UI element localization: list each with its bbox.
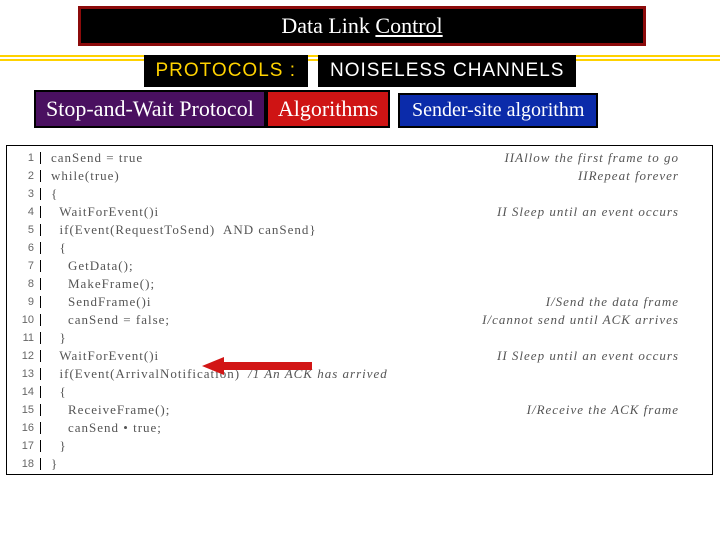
line-number: 17 bbox=[12, 440, 41, 452]
badge-noiseless: NOISELESS CHANNELS bbox=[318, 55, 576, 87]
line-number: 13 bbox=[12, 368, 41, 380]
pointer-arrow bbox=[202, 357, 312, 375]
code-comment: IIRepeat forever bbox=[578, 168, 707, 184]
badge-protocols: PROTOCOLS : bbox=[144, 55, 309, 87]
code-line: 8 MakeFrame(); bbox=[12, 275, 707, 293]
line-number: 2 bbox=[12, 170, 41, 182]
code-line: 5 if(Event(RequestToSend) AND canSend} bbox=[12, 221, 707, 239]
code-text: canSend = false; bbox=[51, 312, 170, 328]
line-number: 5 bbox=[12, 224, 41, 236]
title-bar: Data Link Control bbox=[78, 6, 646, 46]
code-line: 15 ReceiveFrame(); I/Receive the ACK fram… bbox=[12, 401, 707, 419]
line-number: 6 bbox=[12, 242, 41, 254]
badge-row-2: Stop-and-Wait Protocol Algorithms Sender… bbox=[34, 90, 598, 128]
code-text: if(Event(RequestToSend) AND canSend} bbox=[51, 222, 317, 238]
line-number: 1 bbox=[12, 152, 41, 164]
code-text: WaitForEvent()i bbox=[51, 204, 159, 220]
code-line: 9 SendFrame()i I/Send the data frame bbox=[12, 293, 707, 311]
code-line: 16 canSend • true; bbox=[12, 419, 707, 437]
code-line: 4 WaitForEvent()i II Sleep until an event… bbox=[12, 203, 707, 221]
code-text: { bbox=[51, 240, 67, 256]
line-number: 7 bbox=[12, 260, 41, 272]
title-plain: Data Link bbox=[281, 13, 375, 38]
line-number: 18 bbox=[12, 458, 41, 470]
code-text: { bbox=[51, 186, 58, 202]
line-number: 15 bbox=[12, 404, 41, 416]
code-line: 13 if(Event(ArrivalNotification)/1 An AC… bbox=[12, 365, 707, 383]
code-text: while(true) bbox=[51, 168, 120, 184]
line-number: 14 bbox=[12, 386, 41, 398]
code-listing: 1 canSend = true IIAllow the first frame t… bbox=[12, 149, 707, 471]
code-text: } bbox=[51, 456, 58, 472]
line-number: 3 bbox=[12, 188, 41, 200]
code-text: canSend • true; bbox=[51, 420, 162, 436]
code-line: 6 { bbox=[12, 239, 707, 257]
code-comment: II Sleep until an event occurs bbox=[497, 348, 707, 364]
code-text: WaitForEvent()i bbox=[51, 348, 159, 364]
code-line: 1 canSend = true IIAllow the first frame t… bbox=[12, 149, 707, 167]
code-comment: I/Send the data frame bbox=[546, 294, 707, 310]
badge-stop-and-wait: Stop-and-Wait Protocol bbox=[34, 90, 266, 128]
arrow-head-icon bbox=[202, 357, 224, 375]
code-comment: IIAllow the first frame to go bbox=[504, 150, 707, 166]
code-line: 18} bbox=[12, 455, 707, 473]
slide-title: Data Link Control bbox=[281, 13, 442, 39]
code-comment: I/cannot send until ACK arrives bbox=[482, 312, 707, 328]
code-text: } bbox=[51, 438, 67, 454]
code-line: 3{ bbox=[12, 185, 707, 203]
badge-row-1: PROTOCOLS : NOISELESS CHANNELS bbox=[0, 55, 720, 87]
code-text: MakeFrame(); bbox=[51, 276, 155, 292]
line-number: 4 bbox=[12, 206, 41, 218]
code-line: 17 } bbox=[12, 437, 707, 455]
code-text: SendFrame()i bbox=[51, 294, 151, 310]
code-text: { bbox=[51, 384, 67, 400]
code-comment: I/Receive the ACK frame bbox=[527, 402, 707, 418]
line-number: 16 bbox=[12, 422, 41, 434]
code-line: 7 GetData(); bbox=[12, 257, 707, 275]
badge-sender-site: Sender-site algorithm bbox=[398, 93, 598, 128]
line-number: 12 bbox=[12, 350, 41, 362]
code-text: } bbox=[51, 330, 67, 346]
line-number: 11 bbox=[12, 332, 41, 344]
code-line: 10 canSend = false; I/cannot send until A… bbox=[12, 311, 707, 329]
arrow-shaft bbox=[224, 362, 312, 370]
code-text: canSend = true bbox=[51, 150, 143, 166]
code-comment: II Sleep until an event occurs bbox=[497, 204, 707, 220]
line-number: 9 bbox=[12, 296, 41, 308]
code-line: 11 } bbox=[12, 329, 707, 347]
slide: Data Link Control PROTOCOLS : NOISELESS … bbox=[0, 0, 720, 540]
code-line: 14 { bbox=[12, 383, 707, 401]
code-line: 2 while(true) IIRepeat forever bbox=[12, 167, 707, 185]
line-number: 10 bbox=[12, 314, 41, 326]
title-underlined: Control bbox=[375, 13, 442, 38]
code-text: GetData(); bbox=[51, 258, 134, 274]
line-number: 8 bbox=[12, 278, 41, 290]
badge-algorithms: Algorithms bbox=[266, 90, 390, 128]
code-line: 12 WaitForEvent()i II Sleep until an even… bbox=[12, 347, 707, 365]
code-text: ReceiveFrame(); bbox=[51, 402, 170, 418]
